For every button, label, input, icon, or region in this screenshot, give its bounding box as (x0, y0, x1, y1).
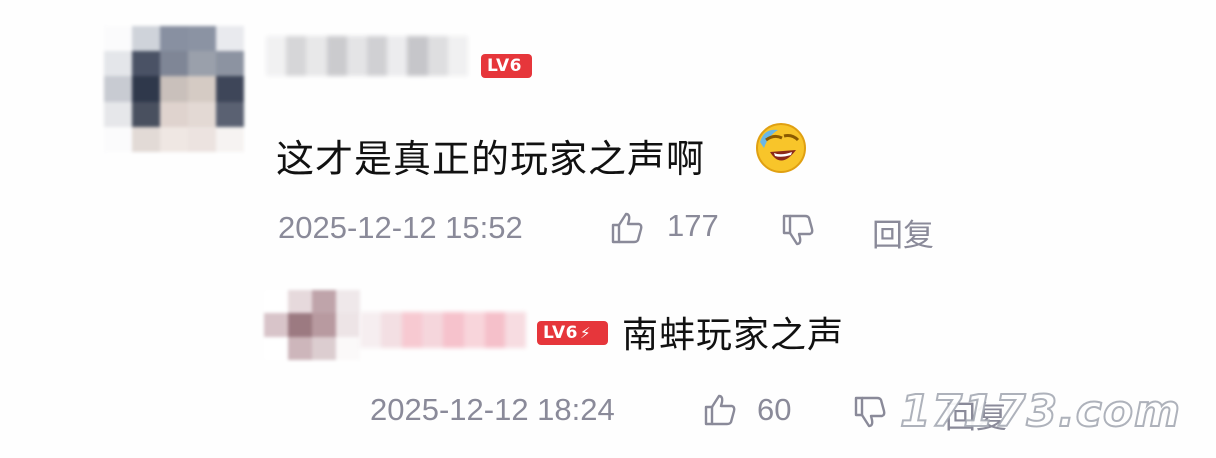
watermark: 17173.com (899, 385, 1181, 438)
comment-text: 这才是真正的玩家之声啊 (276, 137, 706, 181)
reply-username-blurred[interactable] (360, 312, 526, 348)
like-count: 177 (667, 208, 719, 243)
reply-timestamp: 2025-12-12 18:24 (370, 392, 615, 427)
reply-thumbs-up-icon[interactable] (702, 392, 738, 428)
reply-level-label: LV6 (543, 323, 578, 343)
lightning-icon: ⚡ (579, 324, 592, 342)
comment-timestamp: 2025-12-12 15:52 (278, 210, 523, 245)
level-badge: LV6 (481, 54, 532, 78)
avatar[interactable] (104, 26, 244, 152)
thumbs-up-icon[interactable] (609, 210, 645, 246)
thumbs-down-icon[interactable] (780, 212, 816, 248)
comment-thread: LV6 这才是真正的玩家之声啊 2025-12-12 15:52 177 回复 (0, 0, 1216, 458)
reply-thumbs-down-icon[interactable] (852, 394, 888, 430)
reply-level-badge: LV6 ⚡ (537, 321, 608, 345)
username-blurred[interactable] (266, 36, 469, 76)
reply-button[interactable]: 回复 (872, 210, 934, 255)
reply-avatar[interactable] (264, 290, 360, 360)
reply-text: 南蚌玩家之声 (622, 315, 845, 356)
laughing-crying-face-icon (754, 122, 808, 174)
reply-like-count: 60 (757, 392, 792, 427)
